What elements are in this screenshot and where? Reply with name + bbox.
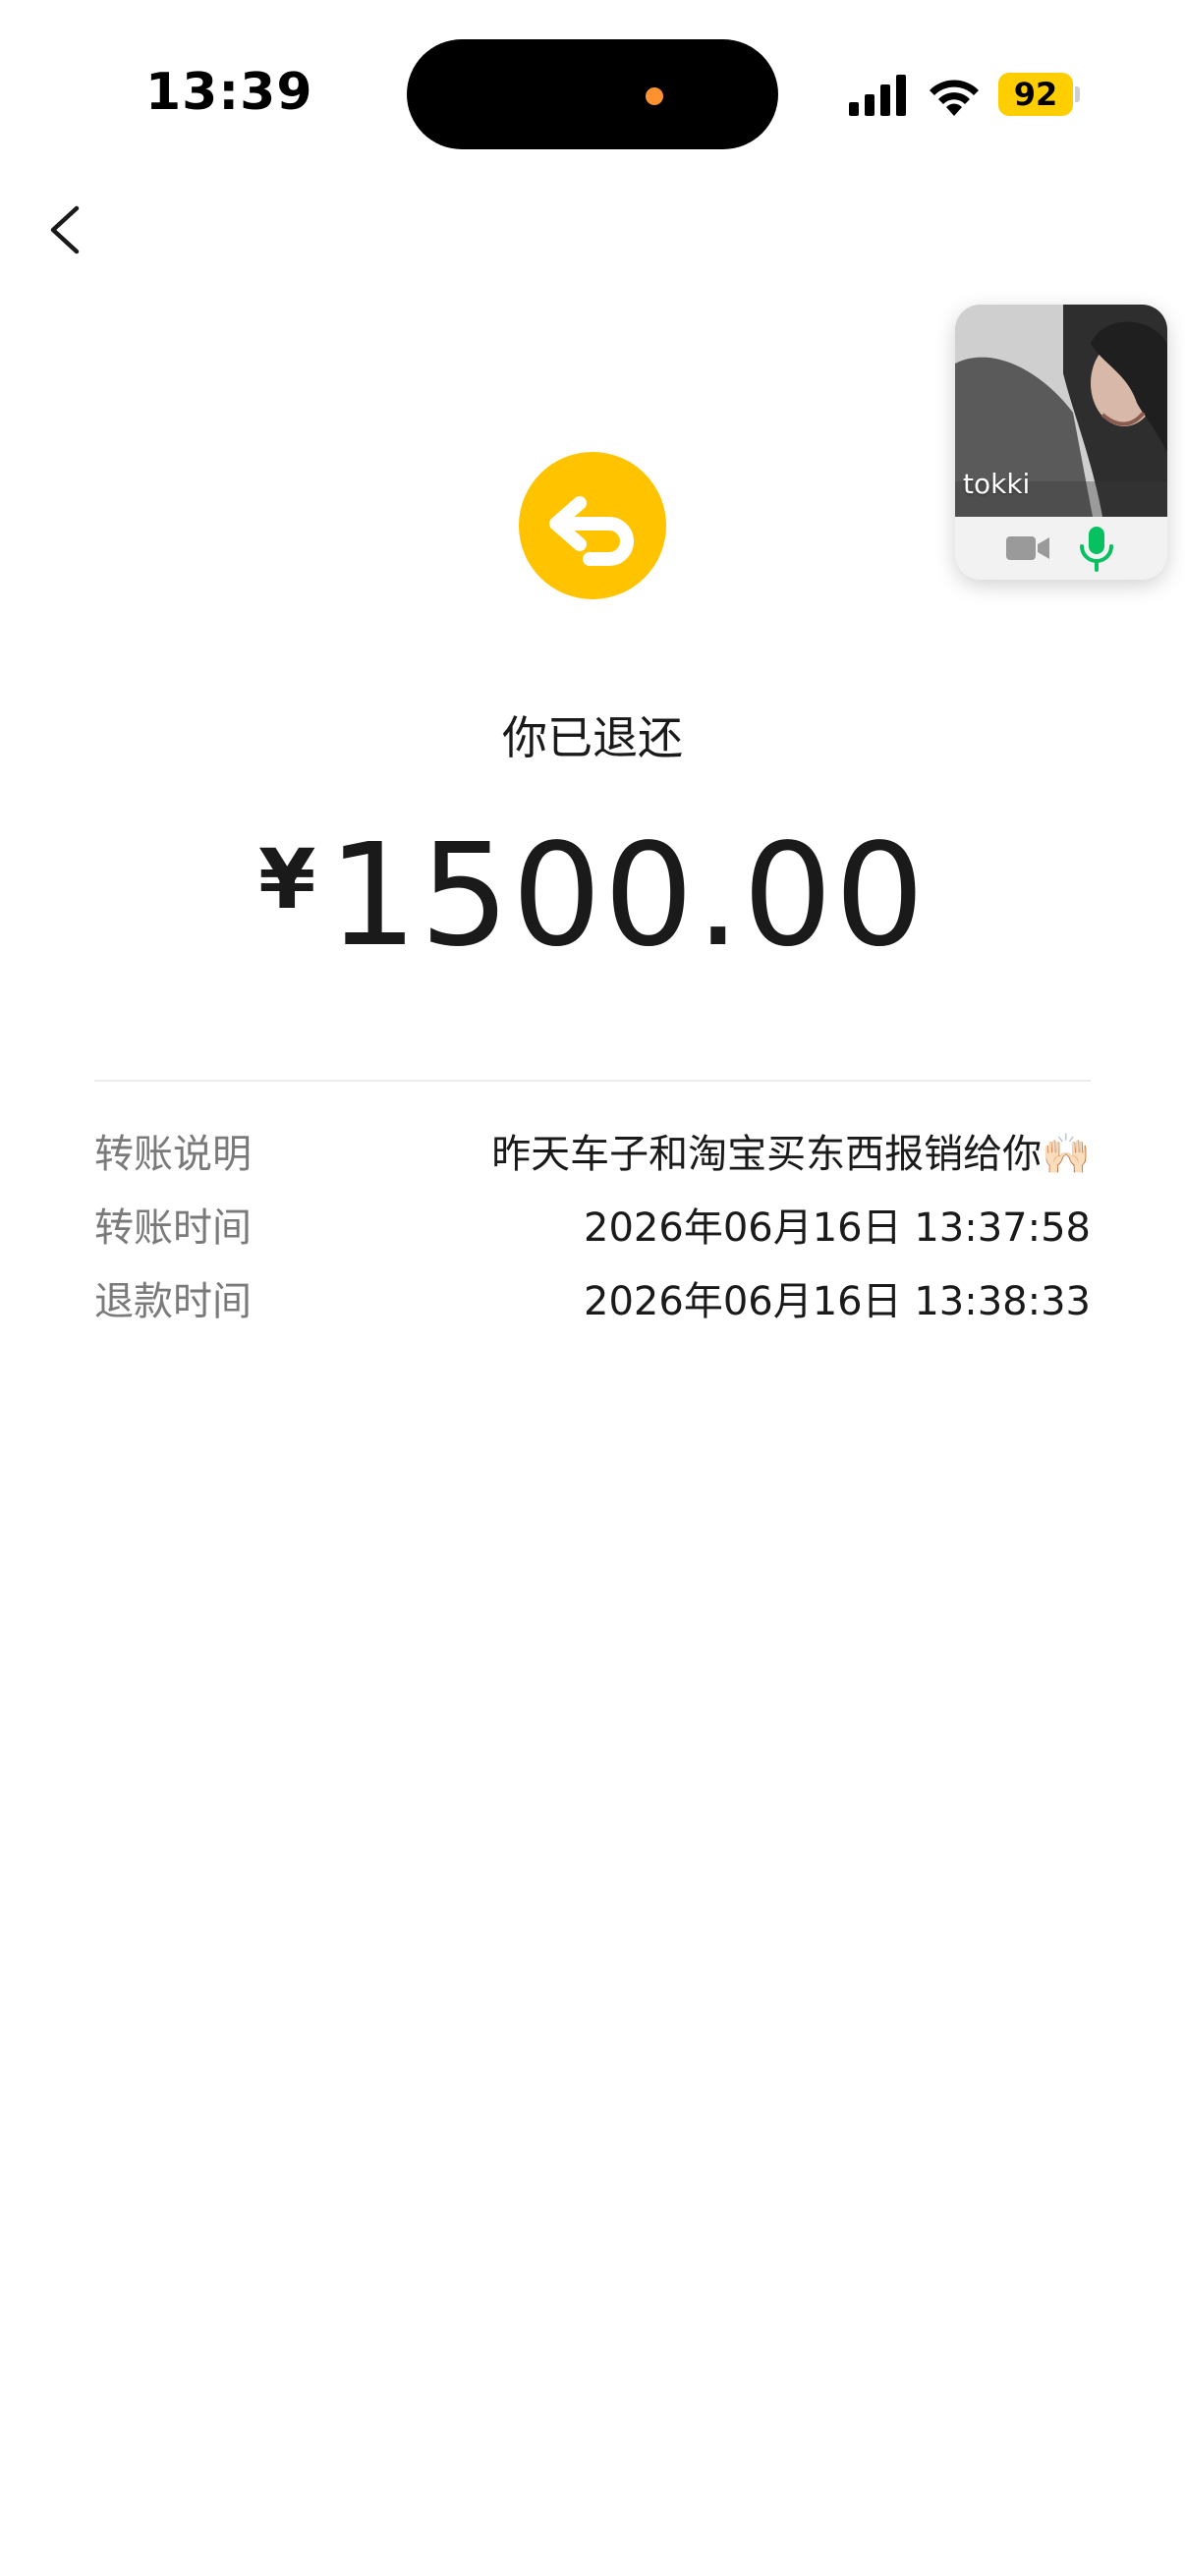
status-time: 13:39 xyxy=(145,63,313,122)
detail-label: 退款时间 xyxy=(94,1279,252,1324)
caller-video-feed: tokki xyxy=(955,305,1167,517)
cellular-signal-icon xyxy=(849,75,906,116)
detail-value: 2026年06月16日 13:38:33 xyxy=(584,1279,1091,1324)
detail-row-refund-time: 退款时间 2026年06月16日 13:38:33 xyxy=(94,1265,1091,1339)
detail-row-transfer-time: 转账时间 2026年06月16日 13:37:58 xyxy=(94,1192,1091,1265)
detail-value: 2026年06月16日 13:37:58 xyxy=(584,1205,1091,1251)
call-controls xyxy=(955,517,1167,580)
chevron-left-icon[interactable] xyxy=(35,189,94,271)
dynamic-island xyxy=(407,39,778,149)
detail-label: 转账时间 xyxy=(94,1205,252,1251)
detail-row-note: 转账说明 昨天车子和淘宝买东西报销给你🙌🏻 xyxy=(94,1118,1091,1192)
battery-cap xyxy=(1075,86,1080,102)
detail-value: 昨天车子和淘宝买东西报销给你🙌🏻 xyxy=(491,1132,1091,1177)
microphone-icon[interactable] xyxy=(1077,525,1116,572)
refund-status-badge xyxy=(519,452,666,599)
caller-name: tokki xyxy=(963,468,1031,500)
battery-indicator: 92 xyxy=(998,73,1080,116)
video-camera-icon[interactable] xyxy=(1006,534,1049,562)
privacy-indicator-dot xyxy=(646,87,663,105)
detail-label: 转账说明 xyxy=(94,1132,252,1177)
transfer-details: 转账说明 昨天车子和淘宝买东西报销给你🙌🏻 转账时间 2026年06月16日 1… xyxy=(94,1118,1091,1339)
wifi-icon xyxy=(930,80,979,116)
battery-level: 92 xyxy=(998,73,1073,116)
refund-return-arrow-icon xyxy=(549,496,634,566)
amount-value: 1500.00 xyxy=(327,812,927,978)
divider xyxy=(94,1080,1091,1082)
amount-display: ¥1500.00 xyxy=(0,812,1185,979)
currency-symbol: ¥ xyxy=(258,831,316,927)
floating-video-call-window[interactable]: tokki xyxy=(955,305,1167,580)
refund-status-text: 你已退还 xyxy=(502,711,683,764)
